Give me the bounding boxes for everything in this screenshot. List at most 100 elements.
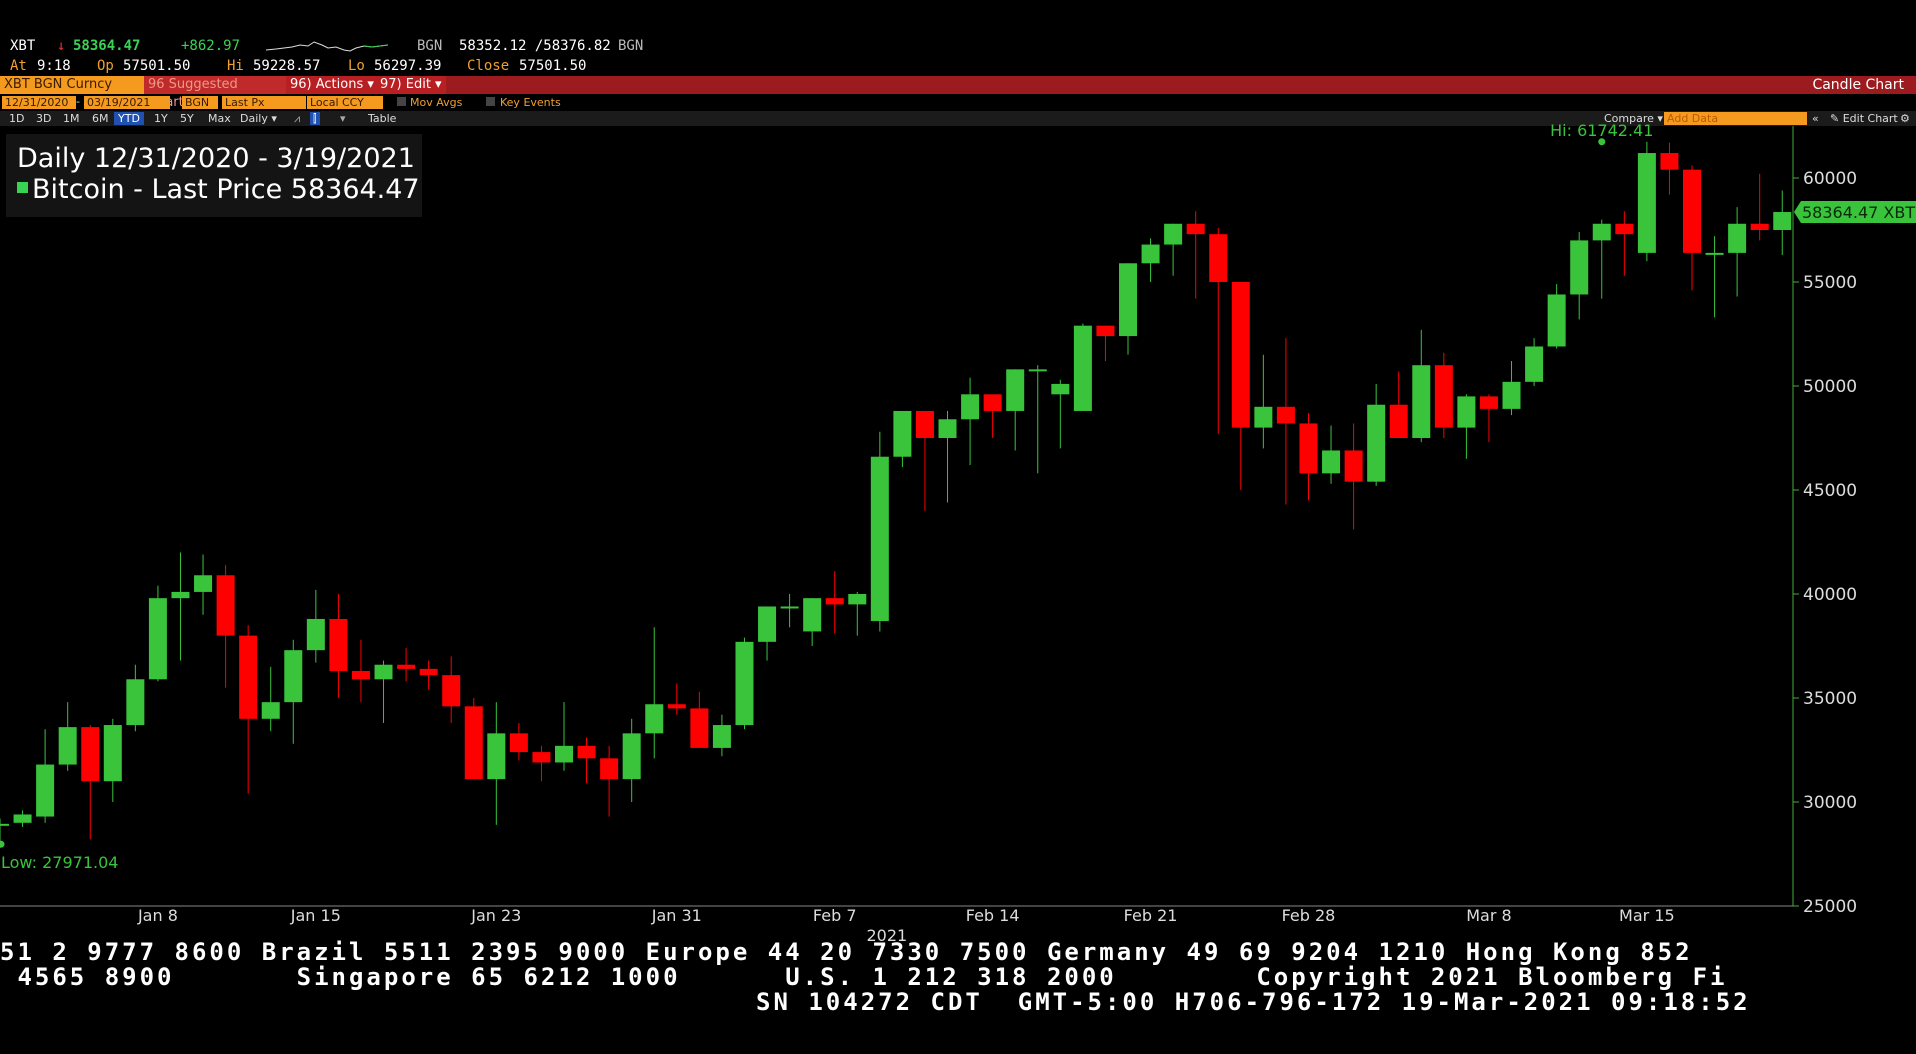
x-tick-label: Feb 7 [813, 906, 857, 925]
series-swatch [17, 182, 28, 193]
candle-body[interactable] [690, 708, 709, 748]
candle-body[interactable] [1592, 223, 1611, 241]
candle-body[interactable] [848, 594, 867, 605]
candle-body[interactable] [442, 675, 461, 707]
candle-body[interactable] [1254, 406, 1273, 428]
candle-body[interactable] [758, 606, 777, 642]
candle-body[interactable] [1276, 406, 1295, 424]
candle-body[interactable] [397, 664, 416, 669]
candle-body[interactable] [1637, 153, 1656, 253]
candle-body[interactable] [1547, 294, 1566, 347]
candle-body[interactable] [667, 704, 686, 709]
candle-body[interactable] [1412, 365, 1431, 438]
candle-body[interactable] [870, 456, 889, 622]
candle-body[interactable] [735, 641, 754, 726]
candle-body[interactable] [1570, 240, 1589, 295]
chart-legend[interactable]: Daily 12/31/2020 - 3/19/2021 Bitcoin - L… [6, 134, 422, 217]
footer-line-3: SN 104272 CDT GMT-5:00 H706-796-172 19-M… [756, 988, 1751, 1016]
high-annotation: Hi: 61742.41 [1550, 121, 1653, 140]
candle-body[interactable] [306, 618, 325, 651]
candle-body[interactable] [532, 752, 551, 763]
candle-body[interactable] [1231, 282, 1250, 428]
candle-body[interactable] [509, 733, 528, 753]
candle-body[interactable] [1502, 381, 1521, 409]
legend-series-name: Bitcoin - Last Price [32, 174, 283, 205]
y-tick-label: 30000 [1803, 793, 1857, 813]
y-tick-label: 25000 [1803, 897, 1857, 917]
candle-body[interactable] [1209, 234, 1228, 282]
candle-body[interactable] [825, 598, 844, 605]
candle-body[interactable] [712, 725, 731, 748]
candle-body[interactable] [893, 410, 912, 457]
x-tick-label: Jan 23 [470, 906, 521, 925]
candle-body[interactable] [1141, 244, 1160, 264]
candle-body[interactable] [1028, 369, 1047, 372]
last-price-label: 58364.47 XBT [1802, 203, 1915, 222]
candle-body[interactable] [171, 591, 190, 599]
candle-body[interactable] [1479, 396, 1498, 409]
candle-body[interactable] [464, 706, 483, 780]
y-tick-label: 55000 [1803, 273, 1857, 293]
candle-body[interactable] [555, 745, 573, 763]
low-marker [0, 840, 5, 848]
x-tick-label: Feb 21 [1124, 906, 1178, 925]
legend-title: Daily 12/31/2020 - 3/19/2021 [17, 143, 415, 174]
candle-body[interactable] [803, 598, 822, 632]
candle-body[interactable] [81, 727, 100, 782]
footer-line-2: 4565 8900 Singapore 65 6212 1000 U.S. 1 … [0, 963, 1728, 991]
last-price-tag: 58364.47 XBT [1794, 201, 1916, 224]
candle-body[interactable] [1119, 263, 1137, 337]
candle-body[interactable] [148, 598, 167, 680]
candle-body[interactable] [577, 745, 596, 759]
candle-body[interactable] [1096, 325, 1115, 337]
candle-body[interactable] [194, 575, 213, 592]
candle-body[interactable] [1525, 346, 1544, 382]
candle-body[interactable] [915, 410, 934, 438]
candle-body[interactable] [1750, 223, 1769, 230]
x-tick-label: Jan 8 [137, 906, 178, 925]
y-tick-label: 45000 [1803, 481, 1857, 501]
candle-body[interactable] [1322, 450, 1341, 474]
candle-body[interactable] [1164, 223, 1183, 245]
candle-body[interactable] [284, 650, 303, 703]
candle-body[interactable] [1073, 325, 1092, 411]
candle-body[interactable] [1389, 404, 1408, 438]
candle-body[interactable] [1051, 383, 1070, 395]
candle-body[interactable] [126, 679, 145, 726]
candle-body[interactable] [216, 575, 235, 636]
candle-body[interactable] [622, 733, 641, 780]
candle-body[interactable] [261, 702, 280, 719]
candle-body[interactable] [1299, 423, 1318, 474]
candle-body[interactable] [0, 823, 9, 826]
candle-body[interactable] [36, 764, 55, 817]
candle-body[interactable] [1773, 212, 1792, 230]
candle-body[interactable] [374, 664, 393, 680]
candle-body[interactable] [1344, 450, 1363, 482]
candle-body[interactable] [961, 394, 980, 420]
candle-body[interactable] [983, 394, 1002, 411]
candle-body[interactable] [1457, 396, 1476, 428]
candle-body[interactable] [239, 635, 258, 719]
candle-body[interactable] [1728, 223, 1747, 253]
candle-body[interactable] [329, 618, 348, 671]
candle-body[interactable] [103, 725, 122, 782]
candle-body[interactable] [1705, 252, 1724, 255]
candle-body[interactable] [1186, 223, 1205, 235]
candle-body[interactable] [13, 814, 32, 823]
candle-body[interactable] [1615, 223, 1634, 235]
candle-body[interactable] [419, 668, 438, 676]
candle-body[interactable] [1683, 169, 1701, 253]
y-tick-label: 35000 [1803, 689, 1857, 709]
candle-body[interactable] [938, 419, 957, 438]
candle-body[interactable] [600, 758, 619, 780]
candle-body[interactable] [645, 704, 664, 734]
candle-body[interactable] [1006, 369, 1025, 411]
candle-body[interactable] [351, 670, 370, 680]
candle-body[interactable] [1434, 365, 1453, 428]
candle-body[interactable] [58, 727, 77, 765]
candle-body[interactable] [1660, 153, 1679, 170]
candle-body[interactable] [487, 733, 506, 780]
legend-series-value: 58364.47 [290, 174, 420, 205]
candle-body[interactable] [780, 606, 799, 609]
candle-body[interactable] [1367, 404, 1386, 482]
